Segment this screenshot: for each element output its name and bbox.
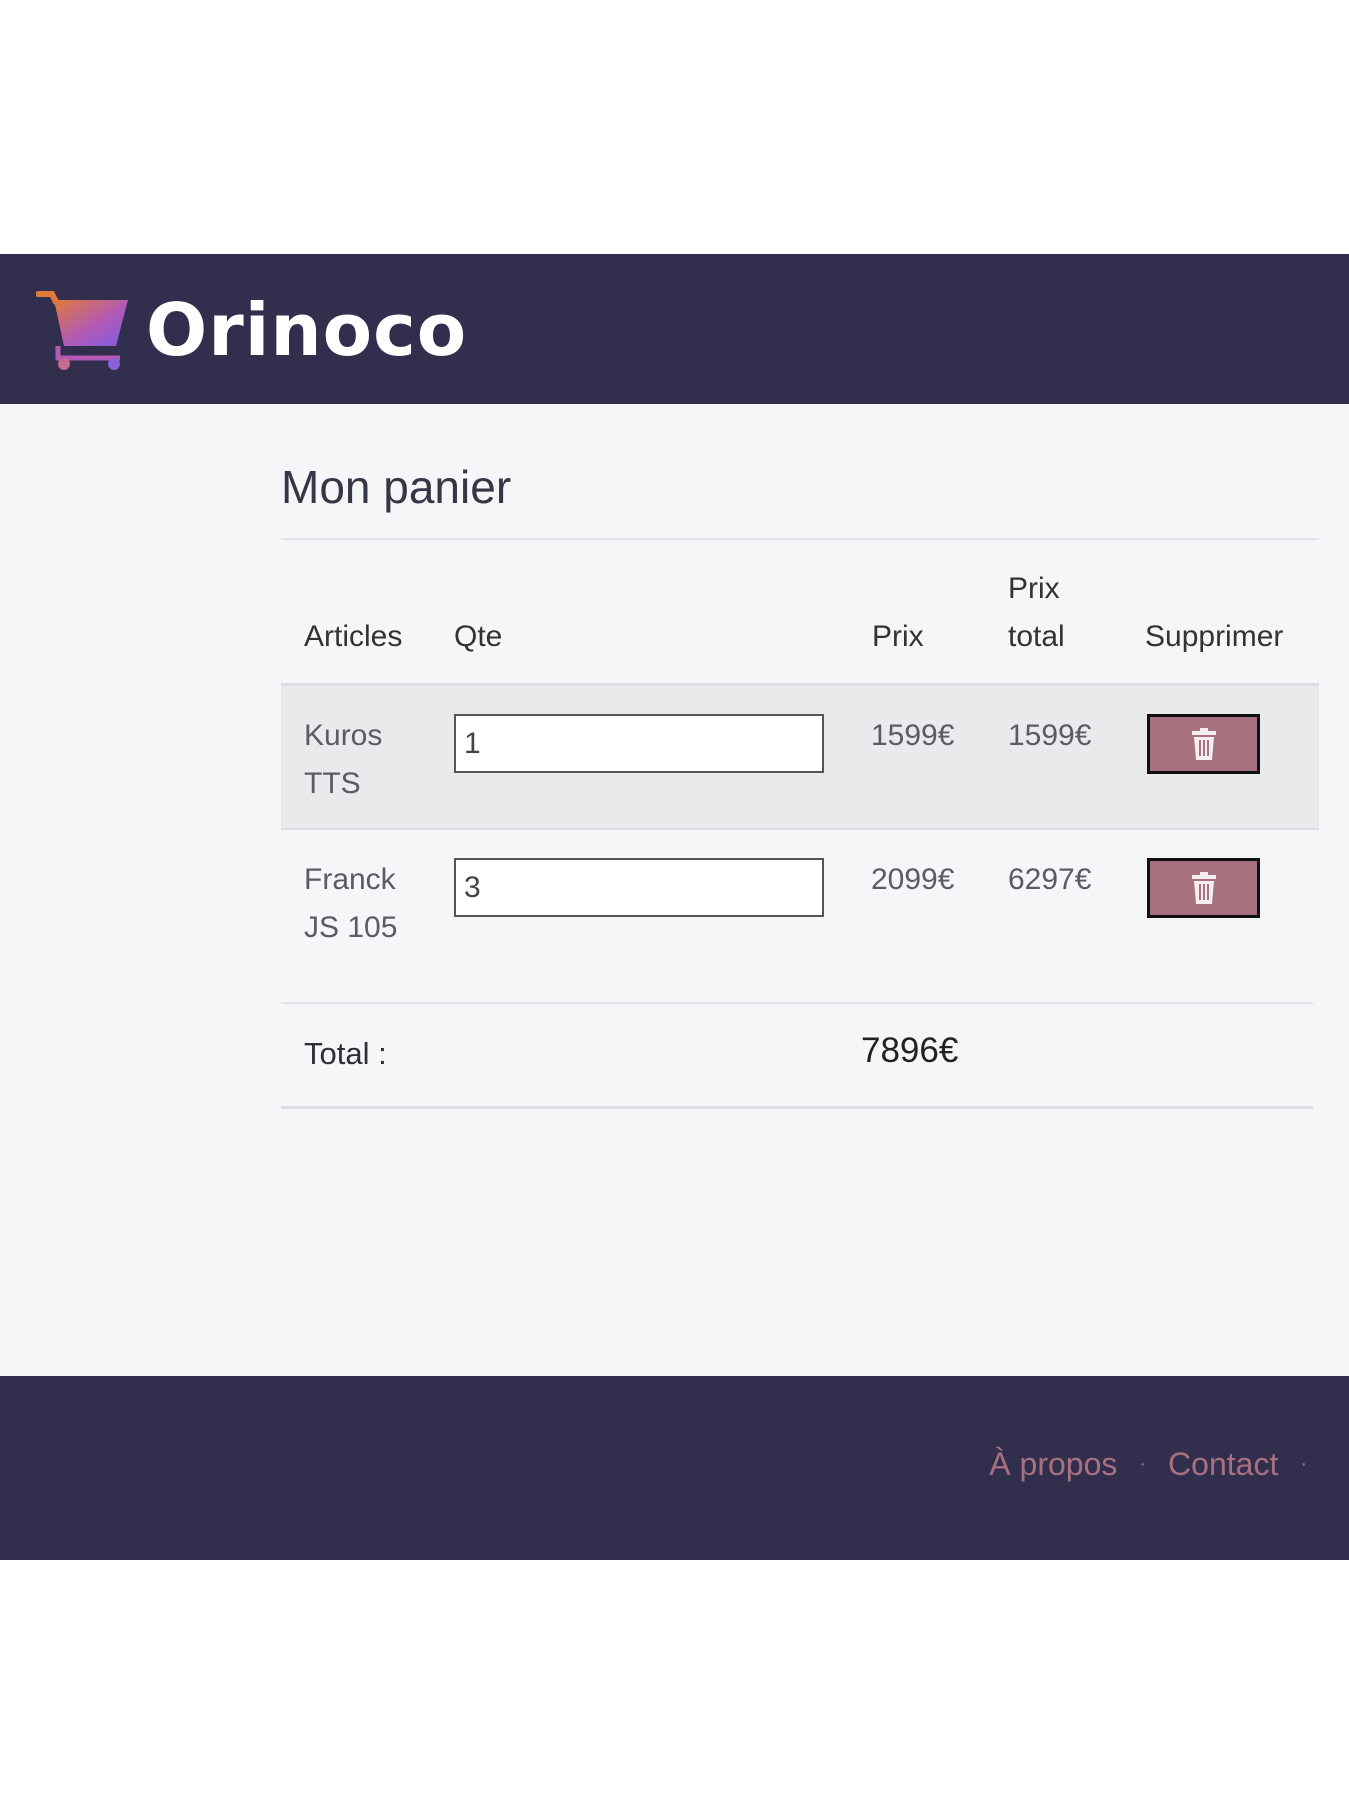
site-footer: À propos · Contact · xyxy=(0,1376,1349,1560)
footer-separator: · xyxy=(1139,1453,1147,1475)
brand-name: Orinoco xyxy=(146,288,468,372)
trash-icon xyxy=(1191,872,1216,904)
page-title: Mon panier xyxy=(281,461,512,513)
quantity-input[interactable] xyxy=(454,714,824,773)
table-row: Kuros TTS 1599€ 1599€ xyxy=(281,686,1319,830)
item-name-line1: Franck xyxy=(304,863,396,896)
title-divider xyxy=(281,538,1319,540)
delete-item-button[interactable] xyxy=(1147,714,1260,774)
cart-section: Mon panier Articles Qte Prix Prix total … xyxy=(0,404,1349,1376)
item-name-line2: JS 105 xyxy=(304,911,398,944)
shopping-cart-icon xyxy=(36,291,128,370)
footer-nav: À propos · Contact · xyxy=(989,1446,1329,1483)
total-label: Total : xyxy=(304,1036,387,1071)
column-header-total-price-line2: total xyxy=(1008,620,1065,653)
page: Orinoco Mon panier Articles Qte Prix Pri… xyxy=(0,0,1349,1819)
item-price: 1599€ xyxy=(871,719,955,752)
column-header-delete: Supprimer xyxy=(1145,620,1284,653)
brand-link[interactable]: Orinoco xyxy=(36,288,467,372)
table-row: Franck JS 105 2099€ 6297€ xyxy=(281,830,1319,1006)
column-header-articles: Articles xyxy=(304,620,403,653)
item-total-price: 1599€ xyxy=(1008,719,1092,752)
column-header-price: Prix xyxy=(872,620,924,653)
item-price: 2099€ xyxy=(871,863,955,896)
item-total-price: 6297€ xyxy=(1008,863,1092,896)
footer-link-about[interactable]: À propos xyxy=(989,1446,1117,1483)
site-header: Orinoco xyxy=(0,254,1349,404)
total-value: 7896€ xyxy=(861,1031,959,1070)
trash-icon xyxy=(1191,728,1216,760)
column-header-qty: Qte xyxy=(454,620,503,653)
total-divider-bottom xyxy=(281,1106,1313,1109)
total-divider-top xyxy=(281,1002,1313,1004)
item-name-line1: Kuros xyxy=(304,719,383,752)
footer-separator: · xyxy=(1300,1453,1307,1475)
column-header-total-price-line1: Prix xyxy=(1008,572,1060,605)
delete-item-button[interactable] xyxy=(1147,858,1260,918)
quantity-input[interactable] xyxy=(454,858,824,917)
footer-link-contact[interactable]: Contact xyxy=(1168,1446,1278,1483)
item-name-line2: TTS xyxy=(304,767,361,800)
